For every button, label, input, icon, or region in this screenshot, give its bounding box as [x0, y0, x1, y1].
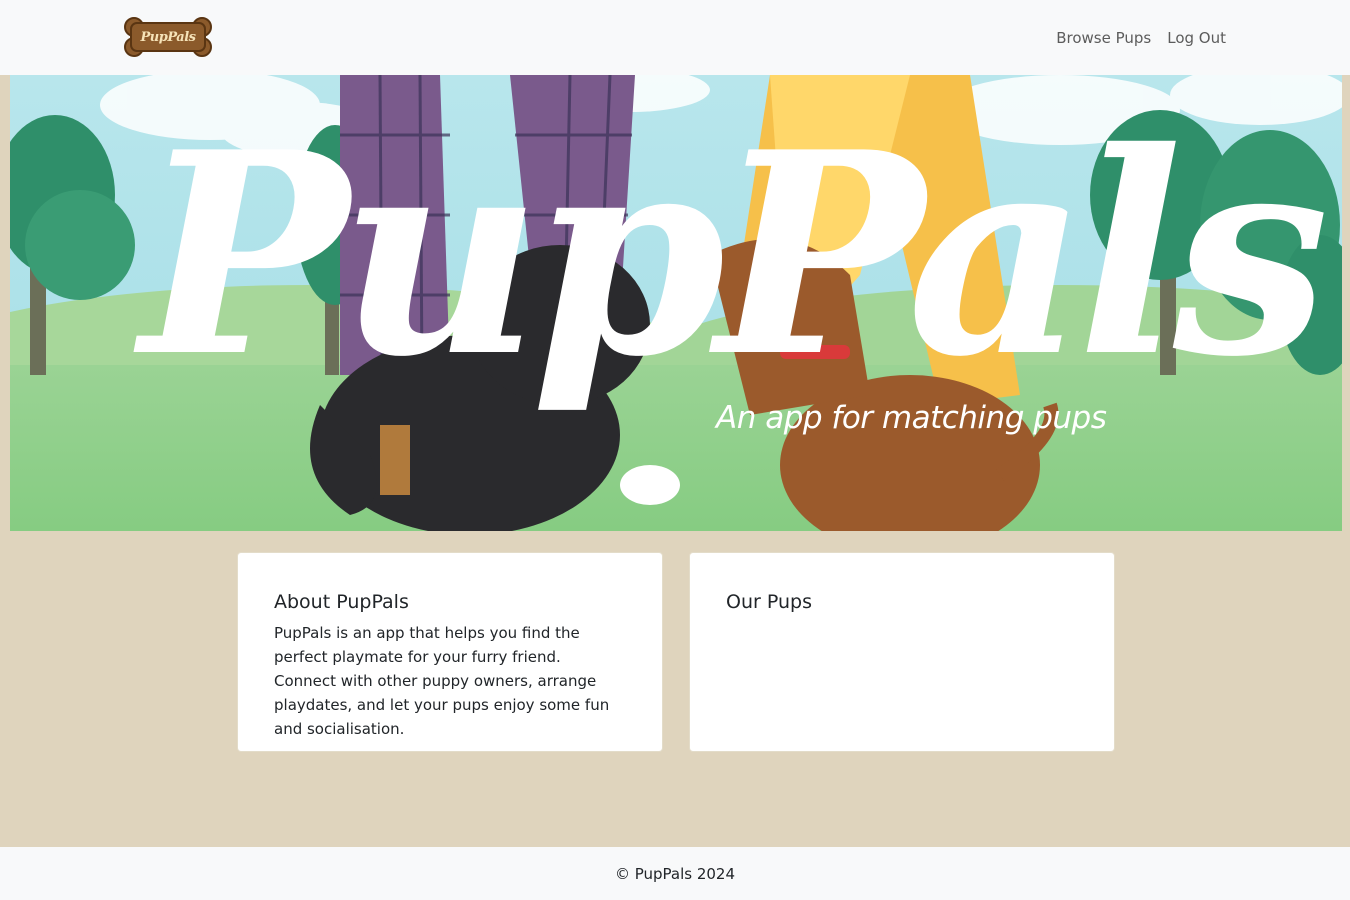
footer: © PupPals 2024: [0, 847, 1350, 900]
logo-text: PupPals: [140, 29, 196, 45]
about-text: PupPals is an app that helps you find th…: [274, 624, 610, 738]
about-card: About PupPals PupPals is an app that hel…: [237, 552, 663, 752]
puppals-logo[interactable]: PupPals: [123, 15, 213, 59]
our-pups-title: Our Pups: [726, 591, 812, 613]
navbar: PupPals Browse Pups Log Out: [0, 0, 1350, 75]
copyright-text: © PupPals 2024: [614, 865, 736, 883]
nav-links: Browse Pups Log Out: [1056, 27, 1226, 49]
log-out-link[interactable]: Log Out: [1167, 27, 1226, 49]
hero-banner: PupPals An app for matching pups: [10, 75, 1342, 531]
hero-title: PupPals: [140, 91, 1329, 418]
hero-subtitle: An app for matching pups: [716, 400, 1107, 436]
browse-pups-link[interactable]: Browse Pups: [1056, 27, 1151, 49]
about-title: About PupPals: [274, 591, 409, 613]
our-pups-card: Our Pups: [689, 552, 1115, 752]
